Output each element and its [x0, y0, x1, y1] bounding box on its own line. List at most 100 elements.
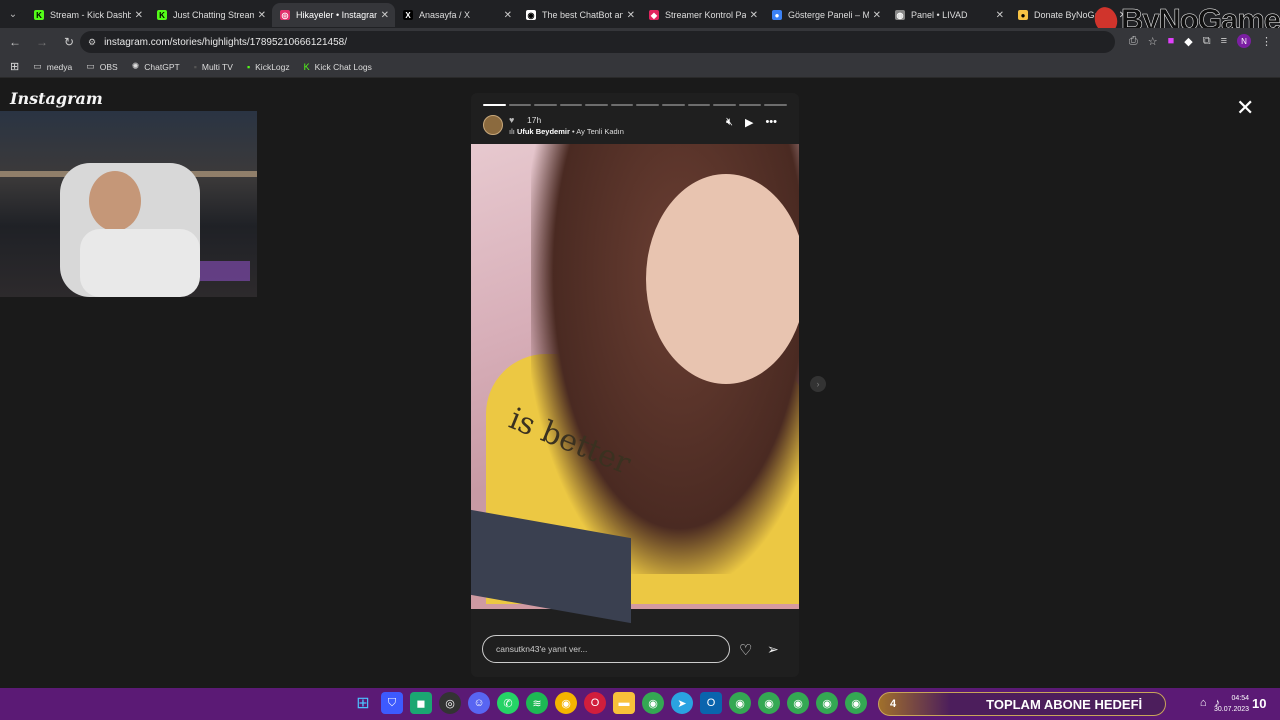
chrome-profile-icon-4[interactable]: ◉: [787, 692, 809, 714]
omnibox[interactable]: ⚙ instagram.com/stories/highlights/17895…: [80, 31, 1115, 53]
gamepad-icon: ◆: [649, 10, 659, 20]
kick-icon: K: [157, 10, 167, 20]
highlight-heart-icon: ♥: [509, 115, 515, 125]
more-options-icon[interactable]: •••: [765, 116, 777, 129]
chatgpt-icon: ✺: [131, 61, 140, 71]
browser-tab[interactable]: ◉ The best ChatBot and ✕: [518, 3, 641, 27]
url-text[interactable]: instagram.com/stories/highlights/1789521…: [104, 37, 347, 48]
browser-tab[interactable]: ◆ Streamer Kontrol Pan ✕: [641, 3, 764, 27]
bookmark-item[interactable]: ▪ Multi TV: [194, 61, 233, 72]
green-app-icon[interactable]: ◼: [410, 692, 432, 714]
browser-tab[interactable]: ◍ Panel • LIVAD ✕: [887, 3, 1010, 27]
opera-icon[interactable]: O: [584, 692, 606, 714]
story-progress-segment: [508, 104, 532, 106]
subscriber-goal-count: 4: [890, 698, 897, 710]
back-button[interactable]: ←: [3, 35, 27, 49]
tab-title: The best ChatBot and: [542, 10, 623, 20]
notification-count[interactable]: 10: [1252, 696, 1266, 711]
tabs: K Stream - Kick Dashboard ✕ K Just Chatting …: [26, 1, 1133, 27]
chrome-profile-icon-6[interactable]: ◉: [845, 692, 867, 714]
chatbot-icon: ◉: [526, 10, 536, 20]
bookmark-item[interactable]: ✺ ChatGPT: [132, 61, 180, 72]
webcam-overlay: [0, 111, 257, 297]
file-explorer-icon[interactable]: ▬: [613, 692, 635, 714]
next-story-chevron-icon[interactable]: ›: [810, 376, 826, 392]
install-app-icon[interactable]: ⎙: [1129, 35, 1138, 48]
tab-close-icon[interactable]: ✕: [504, 10, 512, 21]
play-icon[interactable]: ▶: [745, 116, 753, 129]
profile-avatar[interactable]: N: [1237, 34, 1251, 48]
like-heart-icon[interactable]: ♡: [739, 641, 752, 659]
bookmark-item[interactable]: ▪ KickLogz: [247, 61, 290, 72]
tab-title: Streamer Kontrol Pan: [665, 10, 746, 20]
extension-icon-2[interactable]: ◆: [1184, 35, 1192, 48]
extensions-puzzle-icon[interactable]: ⧉: [1203, 35, 1211, 48]
tab-title: Hikayeler • Instagram: [296, 10, 377, 20]
webcam-feed-image: [0, 163, 257, 297]
media-control-icon[interactable]: ≡: [1221, 35, 1227, 47]
obs-icon[interactable]: ◎: [439, 692, 461, 714]
bookmark-label: ChatGPT: [144, 61, 180, 72]
story-progress-segment: [559, 104, 583, 106]
windows-start-icon[interactable]: ⊞: [352, 692, 374, 714]
browser-menu-icon[interactable]: ⋮: [1261, 35, 1272, 48]
system-clock[interactable]: 04:54 30.07.2023: [1214, 693, 1249, 715]
x-icon: X: [403, 10, 413, 20]
browser-tab[interactable]: ◎ Hikayeler • Instagram ✕: [272, 3, 395, 27]
chrome-profile-icon-1[interactable]: ◉: [642, 692, 664, 714]
network-icon[interactable]: ⌂: [1200, 697, 1207, 709]
chrome-profile-icon-3[interactable]: ◉: [758, 692, 780, 714]
forward-button[interactable]: →: [30, 35, 54, 49]
story-progress-segment: [687, 104, 711, 106]
mute-icon[interactable]: 🔇︎: [726, 116, 733, 129]
chrome-icon[interactable]: ◉: [555, 692, 577, 714]
story-progress-segment: [636, 104, 660, 106]
address-bar: ← → ↻ ⚙ instagram.com/stories/highlights…: [0, 28, 1280, 56]
story-progress-segment: [534, 104, 557, 106]
reload-button[interactable]: ↻: [57, 35, 81, 49]
subscriber-goal-widget: 4 TOPLAM ABONE HEDEFİ: [878, 692, 1166, 716]
taskbar-apps: ⊞ ⛉ ◼ ◎ ☺ ✆ ≋ ◉ O ▬ ◉ ➤ O ◉ ◉ ◉ ◉ ◉: [352, 692, 867, 714]
chrome-profile-icon-5[interactable]: ◉: [816, 692, 838, 714]
browser-tab[interactable]: ● Gösterge Paneli – Mi ✕: [764, 3, 887, 27]
outlook-icon[interactable]: O: [700, 692, 722, 714]
story-avatar[interactable]: [483, 115, 503, 135]
site-info-icon[interactable]: ⚙: [88, 37, 96, 48]
windows-taskbar: ⊞ ⛉ ◼ ◎ ☺ ✆ ≋ ◉ O ▬ ◉ ➤ O ◉ ◉ ◉ ◉ ◉ 4 TO…: [0, 688, 1280, 720]
reply-input[interactable]: cansutkn43'e yanıt ver...: [482, 635, 730, 663]
tab-close-icon[interactable]: ✕: [750, 10, 758, 21]
tab-close-icon[interactable]: ✕: [135, 10, 143, 21]
story-header: ♥ 17h ılı Ufuk Beydemir • Ay Tenli Kadın…: [483, 115, 787, 139]
bookmark-star-icon[interactable]: ☆: [1148, 35, 1158, 48]
instagram-logo[interactable]: Instagram: [10, 89, 103, 108]
story-viewer[interactable]: is better ♥ 17h ılı Ufuk Beydemir • Ay T…: [471, 93, 799, 677]
clock-time: 04:54: [1231, 695, 1250, 702]
story-music-info[interactable]: ılı Ufuk Beydemir • Ay Tenli Kadın: [509, 127, 624, 136]
bookmark-item[interactable]: ▭ OBS: [86, 61, 117, 72]
bookmarks-bar: ⊞ ▭ medya ▭ OBS ✺ ChatGPT ▪ Multi TV ▪ KickLogz K K…: [0, 56, 1280, 78]
browser-tab[interactable]: K Just Chatting Stream ✕: [149, 3, 272, 27]
telegram-icon[interactable]: ➤: [671, 692, 693, 714]
story-controls: 🔇︎ ▶ •••: [726, 116, 777, 129]
browser-tab[interactable]: K Stream - Kick Dashboard ✕: [26, 3, 149, 27]
chrome-profile-icon-2[interactable]: ◉: [729, 692, 751, 714]
bookmark-label: Multi TV: [201, 61, 233, 72]
tab-search-button[interactable]: ⌄: [0, 0, 26, 28]
folder-icon: ▭: [33, 61, 42, 71]
apps-grid-icon[interactable]: ⊞: [10, 60, 19, 73]
tab-close-icon[interactable]: ✕: [381, 10, 389, 21]
close-story-button[interactable]: ✕: [1236, 95, 1254, 121]
extension-icon-1[interactable]: ■: [1168, 35, 1175, 47]
shield-app-icon[interactable]: ⛉: [381, 692, 403, 714]
bookmark-item[interactable]: K Kick Chat Logs: [304, 61, 372, 72]
bookmark-item[interactable]: ▭ medya: [33, 61, 72, 72]
send-icon[interactable]: ➢: [767, 641, 779, 658]
tab-close-icon[interactable]: ✕: [996, 10, 1004, 21]
discord-icon[interactable]: ☺: [468, 692, 490, 714]
tab-close-icon[interactable]: ✕: [258, 10, 266, 21]
tab-close-icon[interactable]: ✕: [627, 10, 635, 21]
spotify-icon[interactable]: ≋: [526, 692, 548, 714]
browser-tab[interactable]: X Anasayfa / X ✕: [395, 3, 518, 27]
tab-close-icon[interactable]: ✕: [873, 10, 881, 21]
whatsapp-icon[interactable]: ✆: [497, 692, 519, 714]
